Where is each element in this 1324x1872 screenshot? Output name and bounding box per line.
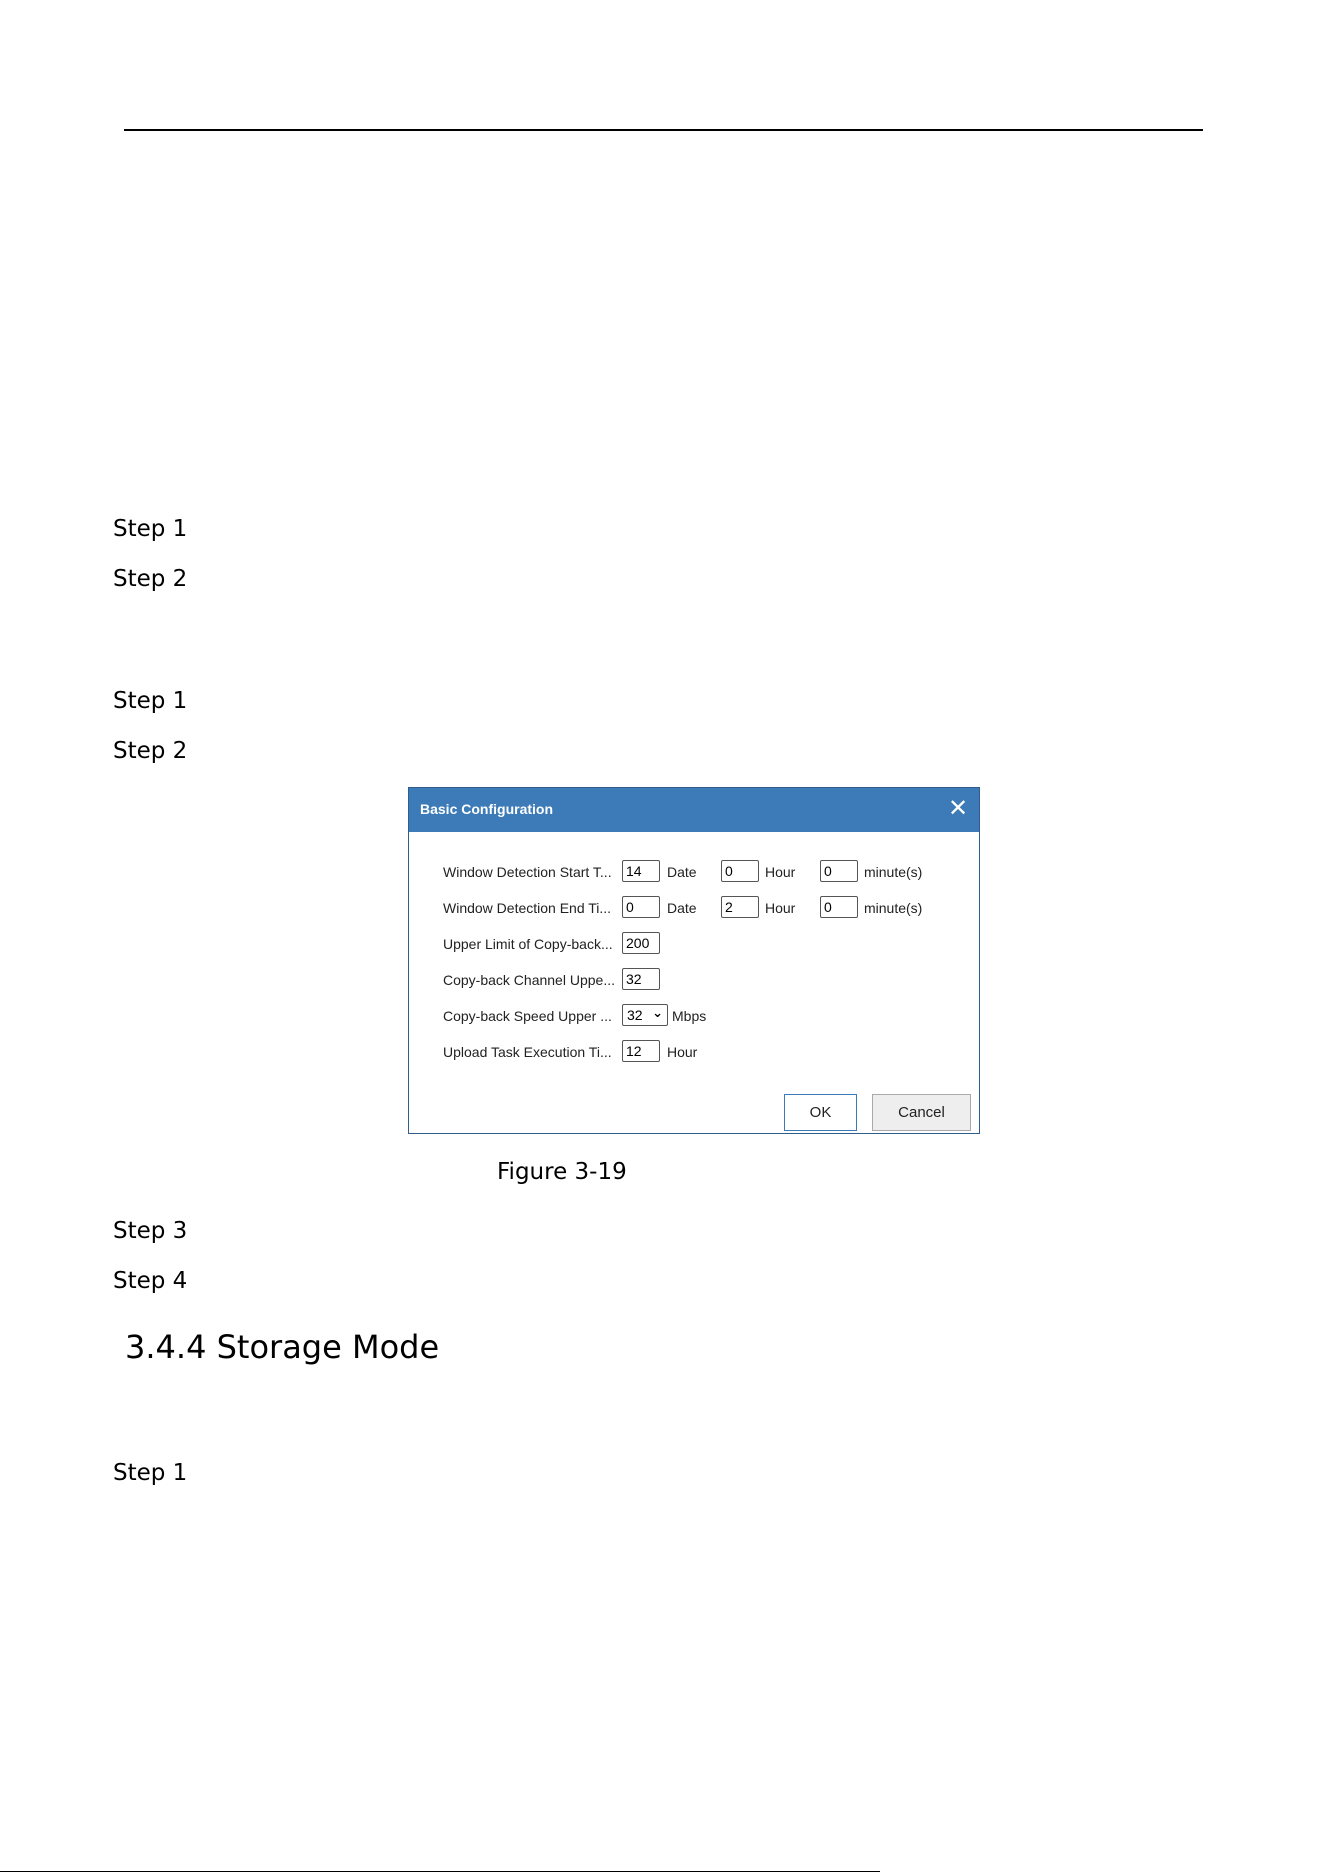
figure-caption: Figure 3-19 <box>497 1159 627 1185</box>
field-label: Copy-back Speed Upper ... <box>443 1008 612 1024</box>
copy-back-limit-input[interactable] <box>622 932 660 954</box>
start-minute-input[interactable] <box>820 860 858 882</box>
field-label: Upload Task Execution Ti... <box>443 1044 612 1060</box>
step-label: Step 2 <box>113 566 188 592</box>
start-date-input[interactable] <box>622 860 660 882</box>
step-label: Step 1 <box>113 1460 188 1486</box>
end-date-input[interactable] <box>622 896 660 918</box>
step-label: Step 1 <box>113 688 188 714</box>
step-label: Step 1 <box>113 516 188 542</box>
dialog-titlebar: Basic Configuration ✕ <box>409 788 979 832</box>
ok-button[interactable]: OK <box>784 1094 857 1131</box>
select-value: 32 <box>627 1007 643 1023</box>
step-label: Step 2 <box>113 738 188 764</box>
step-label: Step 4 <box>113 1268 188 1294</box>
unit-label: minute(s) <box>864 864 923 880</box>
field-label: Window Detection Start T... <box>443 864 612 880</box>
unit-label: Date <box>667 864 697 880</box>
start-hour-input[interactable] <box>721 860 759 882</box>
close-icon[interactable]: ✕ <box>945 796 971 822</box>
unit-label: Date <box>667 900 697 916</box>
end-hour-input[interactable] <box>721 896 759 918</box>
unit-label: Hour <box>765 864 796 880</box>
upload-task-time-input[interactable] <box>622 1040 660 1062</box>
header-rule <box>124 129 1203 131</box>
copy-back-speed-select[interactable]: 32 ⌄ <box>622 1004 668 1026</box>
unit-label: minute(s) <box>864 900 923 916</box>
chevron-down-icon: ⌄ <box>652 1005 663 1020</box>
unit-label: Hour <box>765 900 796 916</box>
unit-label: Mbps <box>672 1008 707 1024</box>
dialog-title: Basic Configuration <box>420 801 554 817</box>
section-heading: 3.4.4 Storage Mode <box>125 1328 440 1366</box>
cancel-button[interactable]: Cancel <box>872 1094 971 1131</box>
field-label: Window Detection End Ti... <box>443 900 612 916</box>
field-label: Upper Limit of Copy-back... <box>443 936 613 952</box>
step-label: Step 3 <box>113 1218 188 1244</box>
basic-configuration-dialog: Basic Configuration ✕ Window Detection S… <box>408 787 980 1134</box>
end-minute-input[interactable] <box>820 896 858 918</box>
field-label: Copy-back Channel Uppe... <box>443 972 615 988</box>
copy-back-channel-input[interactable] <box>622 968 660 990</box>
unit-label: Hour <box>667 1044 698 1060</box>
